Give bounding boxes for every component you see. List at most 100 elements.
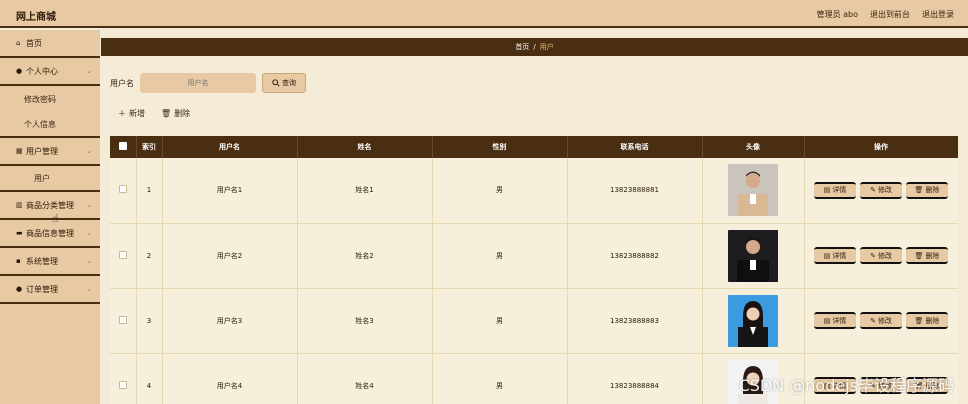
avatar xyxy=(728,294,778,347)
column-header: 操作 xyxy=(804,136,958,158)
delete-button[interactable]: 🗑 删除 xyxy=(906,247,948,264)
edit-button[interactable]: ✎ 修改 xyxy=(860,247,902,264)
sidebar-item-product-management[interactable]: ▬ 商品信息管理 ⌄ xyxy=(0,220,100,248)
row-actions: ▤ 详情 ✎ 修改 🗑 删除 xyxy=(805,181,958,199)
column-header: 联系电话 xyxy=(567,136,703,158)
sidebar-item-system-management[interactable]: ▪ 系统管理 ⌄ xyxy=(0,248,100,276)
chevron-down-icon: ⌄ xyxy=(86,67,92,75)
sidebar-item-label: 个人中心 xyxy=(26,66,58,76)
delete-button-label: 删除 xyxy=(174,109,191,118)
row-name: 姓名3 xyxy=(297,288,433,354)
sidebar-item-label: 个人信息 xyxy=(24,119,56,129)
select-all-checkbox[interactable] xyxy=(118,142,127,150)
breadcrumb: 首页 / 用户 xyxy=(101,38,968,56)
breadcrumb-home[interactable]: 首页 xyxy=(515,42,529,52)
front-link[interactable]: 退出到前台 xyxy=(870,9,910,20)
toolbar: ＋新增 🗑 删除 xyxy=(118,108,190,119)
detail-icon: ▤ xyxy=(823,186,831,195)
row-checkbox[interactable] xyxy=(118,380,127,389)
admin-label: 管理员 abo xyxy=(816,10,858,19)
sidebar-item-label: 用户管理 xyxy=(26,146,58,156)
sidebar-subitem-personal-info[interactable]: 个人信息 xyxy=(0,112,100,138)
user-table: 索引 用户名 姓名 性别 联系电话 头像 操作 1 用户名1 姓名1 男 138… xyxy=(110,136,958,404)
row-index: 1 xyxy=(136,158,163,224)
logout-link[interactable]: 退出登录 xyxy=(922,9,954,20)
delete-button[interactable]: 🗑 删除 xyxy=(906,312,948,329)
row-actions: ▤ 详情 ✎ 修改 🗑 删除 xyxy=(805,247,958,264)
app-title: 网上商城 xyxy=(16,12,56,23)
detail-button[interactable]: ▤ 详情 xyxy=(814,181,856,199)
avatar xyxy=(728,229,778,282)
row-name: 姓名1 xyxy=(297,158,433,224)
row-phone: 13823888884 xyxy=(567,353,703,404)
sidebar-item-category-management[interactable]: ▥ 商品分类管理 ⌄ xyxy=(0,192,100,220)
sidebar-item-order-management[interactable]: ● 订单管理 ⌄ xyxy=(0,276,100,304)
delete-label: 删除 xyxy=(925,316,940,325)
row-name: 姓名4 xyxy=(297,353,433,404)
search-button[interactable]: 查询 xyxy=(262,73,306,93)
detail-icon: ▤ xyxy=(823,316,831,325)
chevron-down-icon: ⌄ xyxy=(86,201,92,209)
apps-icon: ▪ xyxy=(16,257,21,265)
sidebar-item-user-management[interactable]: ▦ 用户管理 ⌄ xyxy=(0,138,100,166)
sidebar-item-label: 系统管理 xyxy=(26,256,58,266)
row-checkbox[interactable] xyxy=(118,315,127,324)
row-checkbox[interactable] xyxy=(118,250,127,259)
grid-icon: ▦ xyxy=(16,147,23,155)
row-username: 用户名2 xyxy=(162,223,298,289)
trash-icon: 🗑 xyxy=(161,109,172,118)
search-bar: 用户名 查询 xyxy=(110,72,306,94)
mouse-cursor-icon: ☝ xyxy=(52,212,59,225)
search-input[interactable] xyxy=(140,73,256,93)
select-all-cell[interactable] xyxy=(110,136,137,158)
sidebar-item-label: 商品分类管理 xyxy=(26,200,74,210)
edit-label: 修改 xyxy=(877,316,892,325)
detail-icon: ▤ xyxy=(823,251,831,260)
sidebar-item-personal-center[interactable]: ● 个人中心 ⌄ xyxy=(0,58,100,86)
sidebar-subitem-users[interactable]: 用户 xyxy=(0,166,100,192)
table-row: 3 用户名3 姓名3 男 13823888883 ▤ 详情 ✎ 修改 🗑 删除 xyxy=(110,288,958,354)
sidebar-item-label: 商品信息管理 xyxy=(26,228,74,238)
detail-button[interactable]: ▤ 详情 xyxy=(814,312,856,329)
edit-label: 修改 xyxy=(877,251,892,260)
row-gender: 男 xyxy=(432,223,568,289)
row-gender: 男 xyxy=(432,353,568,404)
column-header: 姓名 xyxy=(297,136,433,158)
row-username: 用户名4 xyxy=(162,353,298,404)
batch-delete-button[interactable]: 🗑 删除 xyxy=(161,108,190,119)
sidebar-item-label: 订单管理 xyxy=(26,284,58,294)
home-icon: ⌂ xyxy=(16,39,21,47)
chevron-down-icon: ⌄ xyxy=(86,257,92,265)
search-label: 用户名 xyxy=(110,78,134,88)
row-phone: 13823888881 xyxy=(567,158,703,224)
row-name: 姓名2 xyxy=(297,223,433,289)
sidebar: ⌂ 首页 ● 个人中心 ⌄ 修改密码 个人信息 ▦ 用户管理 ⌄ 用户 ▥ 商品… xyxy=(0,30,100,404)
watermark: CSDN @nodejs毕设程序源码 xyxy=(738,376,954,395)
user-icon: ● xyxy=(16,285,23,293)
chevron-down-icon: ⌄ xyxy=(86,229,92,237)
sidebar-item-home[interactable]: ⌂ 首页 xyxy=(0,30,100,58)
column-header: 性别 xyxy=(432,136,568,158)
detail-label: 详情 xyxy=(832,186,847,195)
row-actions: ▤ 详情 ✎ 修改 🗑 删除 xyxy=(805,312,958,329)
sidebar-item-label: 用户 xyxy=(34,173,50,183)
edit-icon: ✎ xyxy=(870,186,876,195)
add-button[interactable]: ＋新增 xyxy=(118,108,145,119)
plus-icon: ＋ xyxy=(118,109,126,118)
detail-label: 详情 xyxy=(832,251,847,260)
chart-icon: ▥ xyxy=(16,201,23,209)
edit-button[interactable]: ✎ 修改 xyxy=(860,312,902,329)
table-header-row: 索引 用户名 姓名 性别 联系电话 头像 操作 xyxy=(110,136,958,158)
search-icon xyxy=(272,79,280,87)
detail-label: 详情 xyxy=(832,316,847,325)
sidebar-subitem-change-password[interactable]: 修改密码 xyxy=(0,86,100,112)
edit-button[interactable]: ✎ 修改 xyxy=(860,181,902,199)
add-button-label: 新增 xyxy=(129,109,145,118)
column-header: 头像 xyxy=(702,136,805,158)
delete-button[interactable]: 🗑 删除 xyxy=(906,181,948,199)
row-checkbox[interactable] xyxy=(118,185,127,194)
delete-label: 删除 xyxy=(925,251,940,260)
trash-icon: 🗑 xyxy=(914,251,924,260)
delete-label: 删除 xyxy=(925,186,940,195)
detail-button[interactable]: ▤ 详情 xyxy=(814,247,856,264)
